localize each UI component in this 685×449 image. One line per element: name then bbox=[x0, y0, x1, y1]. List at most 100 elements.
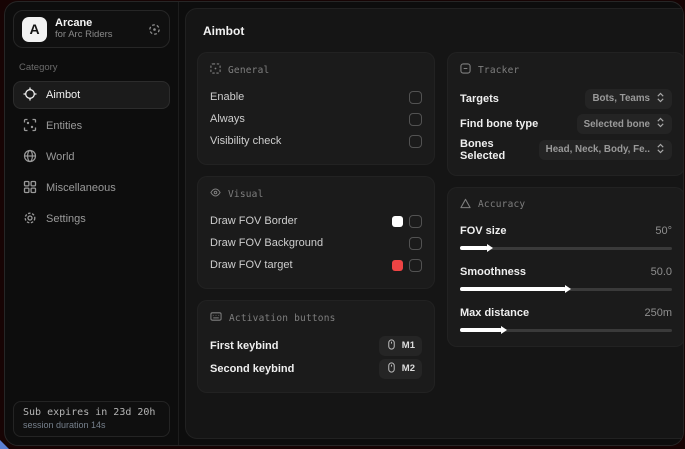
bones-selected-dropdown[interactable]: Head, Neck, Body, Fe.. bbox=[539, 140, 672, 160]
entities-icon bbox=[23, 118, 37, 135]
chevrons-up-down-icon bbox=[656, 92, 665, 106]
setting-label: Always bbox=[210, 113, 245, 125]
draw-fov-background-checkbox[interactable] bbox=[409, 237, 422, 250]
content-panel: Aimbot General bbox=[185, 8, 684, 439]
find-bone-type-dropdown[interactable]: Selected bone bbox=[577, 114, 672, 134]
page-title: Aimbot bbox=[203, 24, 684, 38]
keybind-label: Second keybind bbox=[210, 363, 294, 375]
sub-expiry-text: Sub expires in 23d 20h bbox=[23, 407, 160, 418]
draw-fov-border-checkbox[interactable] bbox=[409, 215, 422, 228]
grid-icon bbox=[23, 180, 37, 197]
dropdown-value: Selected bone bbox=[584, 119, 650, 130]
setting-row: Always bbox=[210, 108, 422, 130]
refresh-icon[interactable] bbox=[148, 23, 161, 36]
second-keybind-button[interactable]: M2 bbox=[379, 359, 422, 379]
sidebar: A Arcane for Arc Riders Category Aimbot bbox=[5, 2, 179, 445]
keybind-label: First keybind bbox=[210, 340, 278, 352]
setting-label: Draw FOV Background bbox=[210, 237, 323, 249]
enable-checkbox[interactable] bbox=[409, 91, 422, 104]
sidebar-item-settings[interactable]: Settings bbox=[13, 205, 170, 233]
dropdown-value: Bots, Teams bbox=[592, 93, 650, 104]
setting-label: Draw FOV Border bbox=[210, 215, 297, 227]
sidebar-item-miscellaneous[interactable]: Miscellaneous bbox=[13, 174, 170, 202]
setting-label: Draw FOV target bbox=[210, 259, 293, 271]
brand-card: A Arcane for Arc Riders bbox=[13, 10, 170, 48]
activation-card: Activation buttons First keybind M1 bbox=[197, 300, 435, 393]
slider-thumb[interactable] bbox=[487, 244, 493, 252]
select-row: Find bone type Selected bone bbox=[460, 112, 672, 138]
left-column: General Enable Always Visibility check bbox=[197, 52, 435, 393]
app-window: A Arcane for Arc Riders Category Aimbot bbox=[4, 1, 684, 446]
keybind-value: M2 bbox=[402, 363, 415, 374]
fov-size-slider[interactable] bbox=[460, 247, 672, 250]
slider-fill bbox=[460, 287, 566, 291]
max-distance-slider[interactable] bbox=[460, 329, 672, 332]
accuracy-card: Accuracy FOV size 50° bbox=[447, 187, 684, 347]
accuracy-header: Accuracy bbox=[478, 199, 525, 210]
slider-value: 50° bbox=[655, 225, 672, 237]
session-duration-text: session duration 14s bbox=[23, 420, 160, 430]
select-label: Find bone type bbox=[460, 118, 538, 130]
app-logo: A bbox=[22, 17, 47, 42]
sidebar-item-label: Miscellaneous bbox=[46, 182, 116, 194]
activation-header: Activation buttons bbox=[229, 313, 336, 324]
slider-fill bbox=[460, 328, 502, 332]
app-title: Arcane bbox=[55, 17, 140, 30]
crosshair-icon bbox=[23, 87, 37, 104]
mouse-icon bbox=[386, 339, 397, 353]
setting-row: Draw FOV target bbox=[210, 254, 422, 276]
select-label: Bones Selected bbox=[460, 138, 539, 162]
smoothness-slider[interactable] bbox=[460, 288, 672, 291]
setting-label: Enable bbox=[210, 91, 244, 103]
eye-icon bbox=[210, 187, 221, 201]
sidebar-item-label: World bbox=[46, 151, 75, 163]
keybind-row: First keybind M1 bbox=[210, 334, 422, 357]
slider-thumb[interactable] bbox=[501, 326, 507, 334]
accuracy-icon bbox=[460, 198, 471, 212]
select-row: Bones Selected Head, Neck, Body, Fe.. bbox=[460, 137, 672, 163]
tracker-icon bbox=[460, 63, 471, 77]
sidebar-item-label: Aimbot bbox=[46, 89, 80, 101]
slider-label: Smoothness bbox=[460, 266, 526, 278]
main-area: Aimbot General bbox=[179, 2, 684, 445]
setting-label: Visibility check bbox=[210, 135, 281, 147]
globe-icon bbox=[23, 149, 37, 166]
app-subtitle: for Arc Riders bbox=[55, 30, 140, 41]
slider-value: 50.0 bbox=[651, 266, 672, 278]
keybind-value: M1 bbox=[402, 340, 415, 351]
select-label: Targets bbox=[460, 93, 499, 105]
fov-target-color-swatch[interactable] bbox=[392, 260, 403, 271]
sidebar-item-aimbot[interactable]: Aimbot bbox=[13, 81, 170, 109]
first-keybind-button[interactable]: M1 bbox=[379, 336, 422, 356]
keybind-row: Second keybind M2 bbox=[210, 357, 422, 380]
targets-dropdown[interactable]: Bots, Teams bbox=[585, 89, 672, 109]
sidebar-item-label: Settings bbox=[46, 213, 86, 225]
slider-block: Max distance 250m bbox=[460, 303, 672, 332]
general-card: General Enable Always Visibility check bbox=[197, 52, 435, 165]
sidebar-item-entities[interactable]: Entities bbox=[13, 112, 170, 140]
general-icon bbox=[210, 63, 221, 77]
cursor bbox=[0, 440, 9, 449]
chevrons-up-down-icon bbox=[656, 143, 665, 157]
setting-row: Draw FOV Border bbox=[210, 210, 422, 232]
tracker-card: Tracker Targets Bots, Teams bbox=[447, 52, 684, 176]
sidebar-item-world[interactable]: World bbox=[13, 143, 170, 171]
visibility-check-checkbox[interactable] bbox=[409, 135, 422, 148]
slider-block: Smoothness 50.0 bbox=[460, 262, 672, 291]
setting-row: Visibility check bbox=[210, 130, 422, 152]
chevrons-up-down-icon bbox=[656, 117, 665, 131]
select-row: Targets Bots, Teams bbox=[460, 86, 672, 112]
setting-row: Enable bbox=[210, 86, 422, 108]
subscription-info: Sub expires in 23d 20h session duration … bbox=[13, 401, 170, 437]
always-checkbox[interactable] bbox=[409, 113, 422, 126]
visual-card: Visual Draw FOV Border Draw FOV Backgrou… bbox=[197, 176, 435, 289]
general-header: General bbox=[228, 65, 269, 76]
fov-border-color-swatch[interactable] bbox=[392, 216, 403, 227]
slider-value: 250m bbox=[644, 307, 672, 319]
slider-label: Max distance bbox=[460, 307, 529, 319]
slider-thumb[interactable] bbox=[565, 285, 571, 293]
brand-text: Arcane for Arc Riders bbox=[55, 17, 140, 41]
slider-fill bbox=[460, 246, 488, 250]
category-label: Category bbox=[19, 62, 164, 73]
draw-fov-target-checkbox[interactable] bbox=[409, 259, 422, 272]
